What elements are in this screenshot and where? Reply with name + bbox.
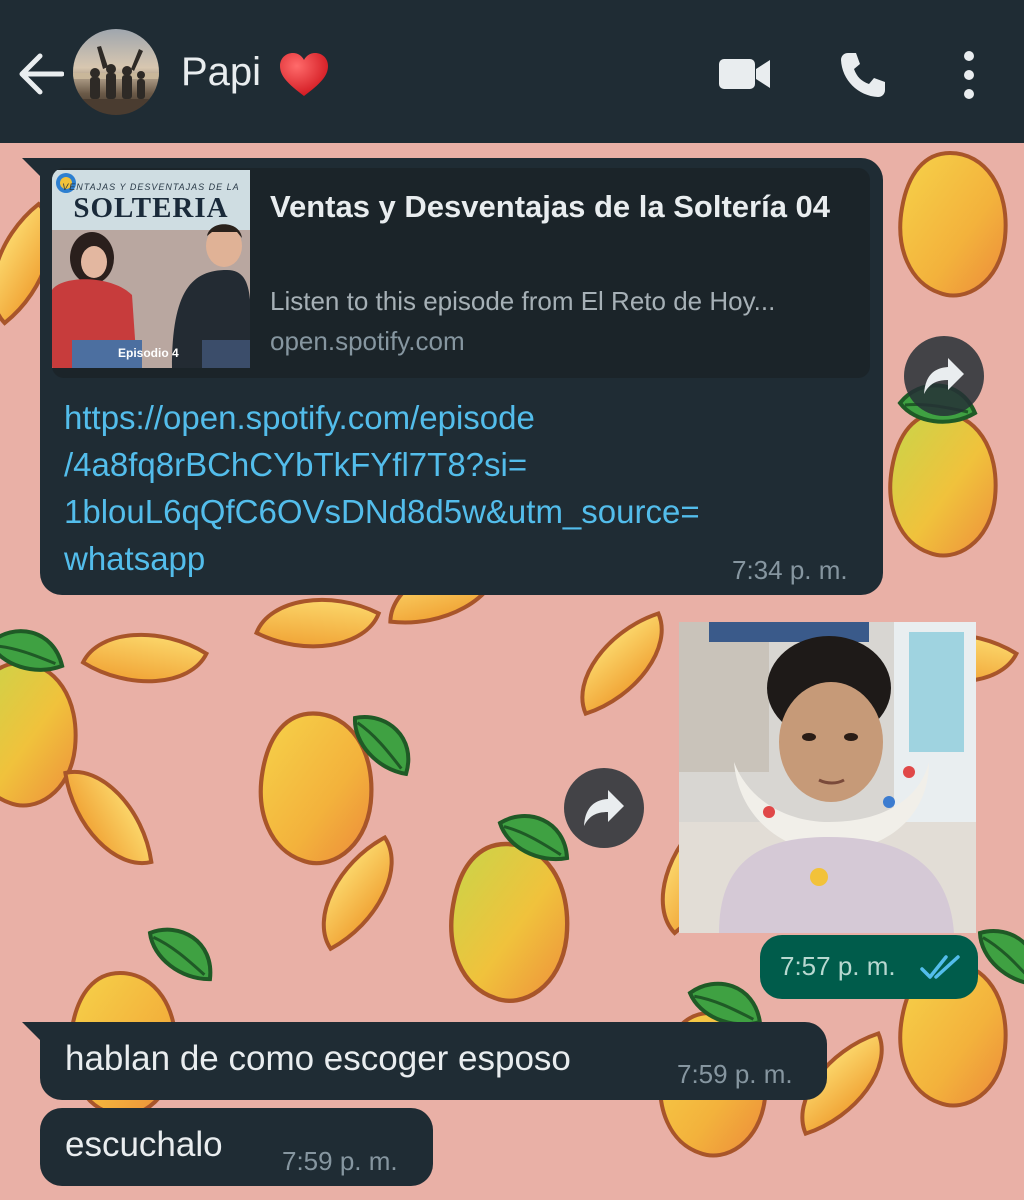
read-receipt-icon	[920, 955, 960, 979]
chat-header: Papi	[0, 0, 1024, 143]
link-preview-thumbnail: VENTAJAS Y DESVENTAJAS DE LA SOLTERIA Ep…	[52, 170, 250, 368]
incoming-link-message[interactable]: VENTAJAS Y DESVENTAJAS DE LA SOLTERIA Ep…	[40, 158, 883, 595]
link-preview-title: Ventas y Desventajas de la Soltería 04	[270, 189, 831, 224]
outgoing-photo-meta: 7:57 p. m.	[760, 935, 978, 999]
message-text: hablan de como escoger esposo	[65, 1039, 571, 1078]
thumbnail-subtitle: VENTAJAS Y DESVENTAJAS DE LA	[62, 182, 240, 192]
link-line[interactable]: /4a8fq8rBChCYbTkFYfl7T8?si=	[64, 441, 854, 488]
thumbnail-episode-badge: Episodio 4	[118, 346, 179, 360]
contact-name[interactable]: Papi	[181, 50, 261, 95]
bubble-tail	[22, 158, 42, 178]
message-text: escuchalo	[65, 1125, 223, 1164]
video-call-icon[interactable]	[718, 54, 772, 94]
link-preview-description: Listen to this episode from El Reto de H…	[270, 286, 776, 316]
thumbnail-title: SOLTERIA	[73, 192, 229, 224]
photo-image	[679, 622, 976, 933]
bubble-tail	[22, 1022, 42, 1042]
forward-icon	[924, 358, 964, 394]
message-link[interactable]: https://open.spotify.com/episode /4a8fq8…	[64, 394, 854, 582]
link-preview-card[interactable]: VENTAJAS Y DESVENTAJAS DE LA SOLTERIA Ep…	[52, 168, 870, 378]
forward-button[interactable]	[564, 768, 644, 848]
link-preview-domain: open.spotify.com	[270, 326, 465, 356]
avatar[interactable]	[73, 29, 159, 115]
voice-call-icon[interactable]	[838, 50, 888, 100]
forward-button[interactable]	[904, 336, 984, 416]
message-timestamp: 7:59 p. m.	[282, 1146, 398, 1176]
message-timestamp: 7:59 p. m.	[677, 1059, 793, 1089]
back-arrow-icon[interactable]	[18, 52, 64, 96]
heart-icon	[280, 53, 328, 96]
message-timestamp: 7:57 p. m.	[780, 951, 896, 981]
forward-icon	[584, 790, 624, 826]
link-line[interactable]: 1blouL6qQfC6OVsDNd8d5w&utm_source=	[64, 488, 854, 535]
incoming-text-message[interactable]: escuchalo 7:59 p. m.	[40, 1108, 433, 1186]
link-line[interactable]: https://open.spotify.com/episode	[64, 394, 854, 441]
incoming-text-message[interactable]: hablan de como escoger esposo 7:59 p. m.	[40, 1022, 827, 1100]
more-options-icon[interactable]	[958, 50, 980, 100]
message-timestamp: 7:34 p. m.	[732, 555, 848, 585]
outgoing-photo-message[interactable]	[679, 622, 976, 933]
